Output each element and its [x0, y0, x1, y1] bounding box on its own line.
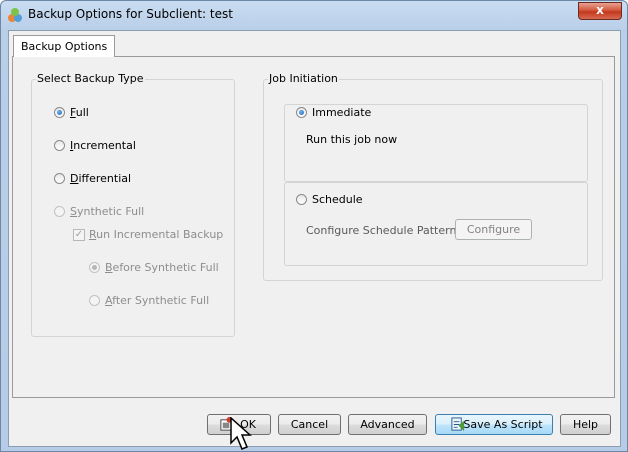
run-incremental-checkbox[interactable]: ✓ — [73, 229, 85, 241]
immediate-radio-button[interactable] — [296, 107, 307, 118]
before-synthetic-label-key: B — [105, 261, 113, 274]
cancel-button-label: Cancel — [290, 418, 329, 431]
before-synthetic-label: efore Synthetic Full — [112, 261, 219, 274]
advanced-button-label: Advanced — [360, 418, 415, 431]
save-script-icon — [451, 417, 465, 432]
close-icon: x — [596, 3, 604, 17]
before-synthetic-radio-button[interactable] — [89, 262, 100, 273]
save-as-script-button[interactable]: Save As Script — [435, 414, 553, 435]
window-title: Backup Options for Subclient: test — [28, 7, 233, 21]
mouse-cursor-icon — [230, 417, 252, 450]
configure-button-label: Configure — [466, 223, 521, 236]
synthetic-full-label: ynthetic Full — [76, 205, 145, 218]
full-radio-button[interactable] — [54, 107, 65, 118]
backup-type-title: Select Backup Type — [36, 72, 145, 85]
job-initiation-group: Job Initiation Immediate Run this job no… — [263, 72, 603, 281]
schedule-label: Schedule — [312, 193, 363, 206]
cancel-button[interactable]: Cancel — [278, 414, 341, 435]
help-button[interactable]: Help — [560, 414, 611, 435]
immediate-box: Immediate Run this job now — [284, 104, 588, 182]
tab-panel: Select Backup Type Full Incremental Diff… — [12, 56, 615, 398]
tab-label: Backup Options — [21, 40, 108, 53]
full-label: ull — [75, 106, 89, 119]
app-icon — [8, 8, 22, 22]
dialog-window: Backup Options for Subclient: test x Bac… — [0, 0, 628, 452]
schedule-radio-button[interactable] — [296, 194, 307, 205]
advanced-button[interactable]: Advanced — [348, 414, 427, 435]
help-button-label: Help — [572, 418, 599, 431]
tab-backup-options[interactable]: Backup Options — [13, 35, 116, 57]
dialog-client-area: Backup Options Select Backup Type Full I… — [8, 30, 621, 447]
job-initiation-title: Job Initiation — [268, 72, 339, 85]
immediate-label: Immediate — [312, 106, 372, 119]
run-incremental-label: un Incremental Backup — [96, 228, 224, 241]
after-synthetic-label: fter Synthetic Full — [112, 294, 210, 307]
title-bar[interactable]: Backup Options for Subclient: test x — [1, 1, 627, 29]
schedule-box: Schedule Configure Schedule Pattern Conf… — [284, 182, 588, 266]
immediate-description: Run this job now — [306, 133, 398, 146]
save-as-script-label: Save As Script — [463, 418, 543, 431]
after-synthetic-radio-button[interactable] — [89, 295, 100, 306]
incremental-radio-button[interactable] — [54, 140, 65, 151]
schedule-pattern-label: Configure Schedule Pattern — [306, 224, 457, 237]
configure-button[interactable]: Configure — [455, 219, 532, 240]
differential-label: ifferential — [78, 172, 132, 185]
synthetic-full-radio-button[interactable] — [54, 206, 65, 217]
synthetic-full-label-key: S — [70, 205, 77, 218]
close-button[interactable]: x — [578, 2, 622, 20]
incremental-label: ncremental — [73, 139, 136, 152]
differential-radio-button[interactable] — [54, 173, 65, 184]
backup-type-group: Select Backup Type Full Incremental Diff… — [31, 72, 235, 337]
